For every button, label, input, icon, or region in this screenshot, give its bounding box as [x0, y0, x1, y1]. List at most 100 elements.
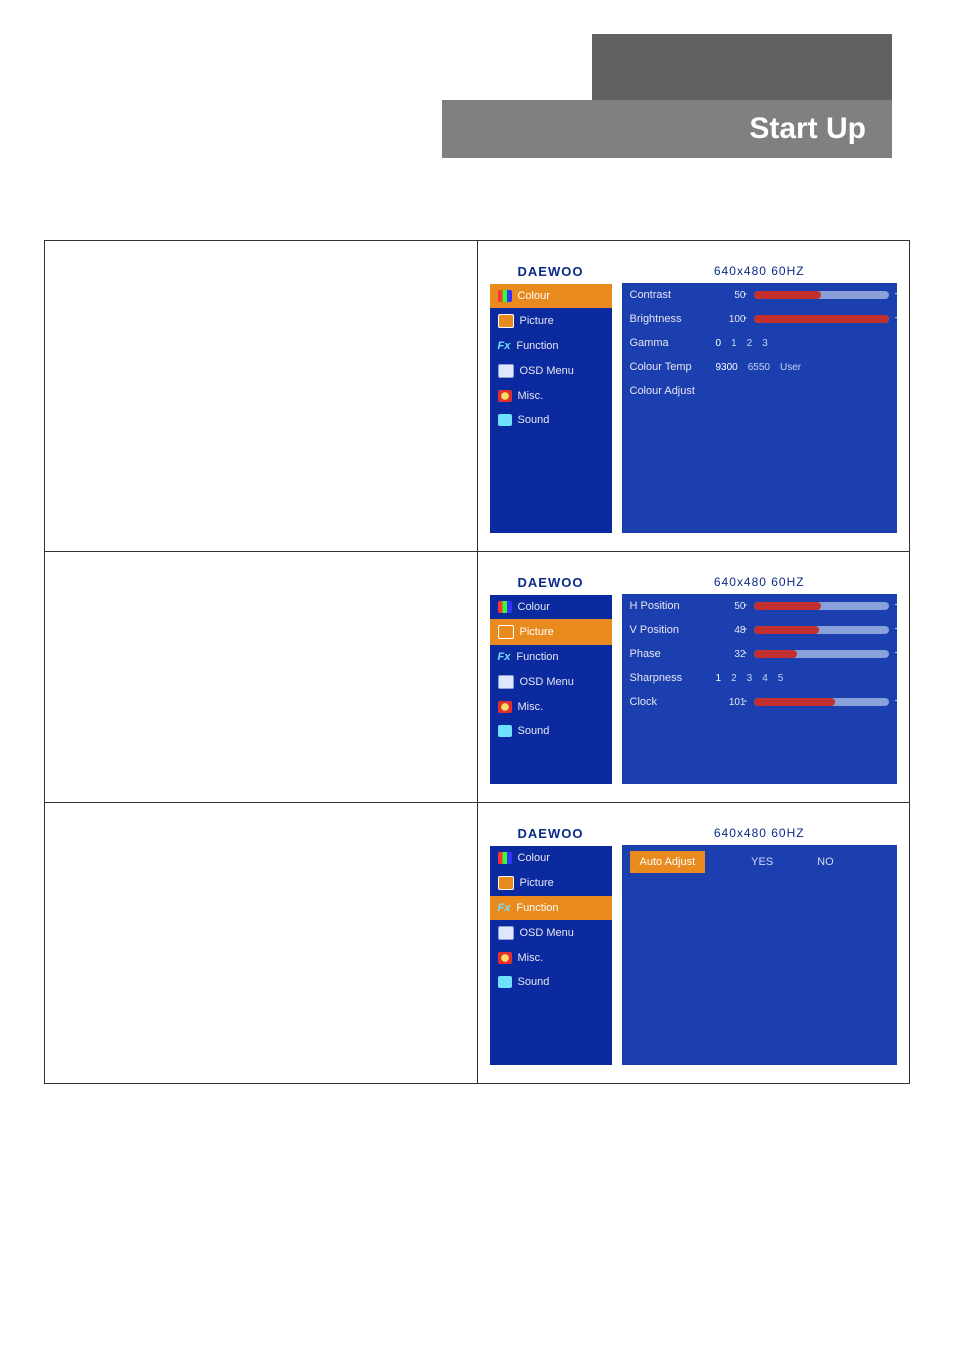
osdmenu-icon	[498, 926, 514, 940]
osd-detail-colour: 640x480 60HZ Contrast 50 -+ Brightness 1…	[622, 259, 898, 533]
right-cell-3: DAEWOO Colour Picture Fx Function OSD Men…	[478, 803, 910, 1083]
right-cell-1: DAEWOO Colour Picture FxFunction OSD Men…	[478, 241, 910, 551]
sidebar-item-sound[interactable]: Sound	[490, 719, 612, 743]
sidebar-item-osdmenu[interactable]: OSD Menu	[490, 669, 612, 695]
sidebar-item-label: OSD Menu	[520, 676, 574, 688]
sharp-opt-1[interactable]: 1	[716, 673, 722, 684]
sidebar-item-label: Sound	[518, 725, 550, 737]
row-gamma[interactable]: Gamma 0 1 2 3	[622, 331, 898, 355]
ct-opt-6550[interactable]: 6550	[748, 362, 770, 373]
osdmenu-icon	[498, 675, 514, 689]
sharp-opt-3[interactable]: 3	[747, 673, 753, 684]
resolution-label: 640x480 60HZ	[622, 821, 898, 845]
sidebar-item-misc[interactable]: Misc.	[490, 946, 612, 970]
colour-icon	[498, 290, 512, 302]
value-phase: 32	[716, 649, 746, 660]
gamma-opt-1[interactable]: 1	[731, 338, 737, 349]
sidebar-item-osdmenu[interactable]: OSD Menu	[490, 920, 612, 946]
value-brightness: 100	[716, 314, 746, 325]
colour-icon	[498, 852, 512, 864]
sidebar-item-label: Colour	[518, 601, 550, 613]
ct-opt-user[interactable]: User	[780, 362, 801, 373]
row-brightness[interactable]: Brightness 100 -+	[622, 307, 898, 331]
sidebar-item-label: Sound	[518, 976, 550, 988]
slider-hpos[interactable]: -+	[754, 602, 890, 610]
sidebar-item-misc[interactable]: Misc.	[490, 695, 612, 719]
ct-opt-9300[interactable]: 9300	[716, 362, 738, 373]
sharpness-options[interactable]: 1 2 3 4 5	[716, 673, 890, 684]
right-cell-2: DAEWOO Colour Picture FxFunction OSD Men…	[478, 552, 910, 802]
sidebar-item-label: Misc.	[518, 701, 544, 713]
gamma-opt-0[interactable]: 0	[716, 338, 722, 349]
sidebar-item-label: Colour	[518, 290, 550, 302]
slider-contrast[interactable]: -+	[754, 291, 890, 299]
sidebar-item-sound[interactable]: Sound	[490, 970, 612, 994]
label-contrast: Contrast	[630, 289, 708, 301]
sidebar-item-label: OSD Menu	[520, 365, 574, 377]
value-clock: 101	[716, 697, 746, 708]
osd-sidebar: DAEWOO Colour Picture Fx Function OSD Men…	[490, 821, 612, 1065]
table-row: DAEWOO Colour Picture FxFunction OSD Men…	[45, 551, 909, 802]
row-hpos[interactable]: H Position 50 -+	[622, 594, 898, 618]
left-cell-2	[45, 552, 478, 802]
sidebar-item-colour[interactable]: Colour	[490, 284, 612, 308]
row-vpos[interactable]: V Position 48 -+	[622, 618, 898, 642]
function-icon: Fx	[498, 902, 511, 914]
slider-clock[interactable]: -+	[754, 698, 890, 706]
misc-icon	[498, 952, 512, 964]
misc-icon	[498, 390, 512, 402]
label-sharpness: Sharpness	[630, 672, 708, 684]
sidebar-item-colour[interactable]: Colour	[490, 595, 612, 619]
row-phase[interactable]: Phase 32 -+	[622, 642, 898, 666]
sidebar-item-label: OSD Menu	[520, 927, 574, 939]
sidebar-item-label: Function	[516, 902, 558, 914]
row-clock[interactable]: Clock 101 -+	[622, 690, 898, 714]
slider-brightness[interactable]: -+	[754, 315, 890, 323]
sound-icon	[498, 976, 512, 988]
row-autoadjust[interactable]: Auto Adjust YES NO	[622, 845, 898, 879]
sidebar-item-label: Function	[516, 340, 558, 352]
sidebar-item-label: Colour	[518, 852, 550, 864]
sidebar-item-osdmenu[interactable]: OSD Menu	[490, 358, 612, 384]
sidebar-item-picture[interactable]: Picture	[490, 308, 612, 334]
slider-vpos[interactable]: -+	[754, 626, 890, 634]
osd-sidebar: DAEWOO Colour Picture FxFunction OSD Men…	[490, 259, 612, 533]
gamma-options[interactable]: 0 1 2 3	[716, 338, 890, 349]
sidebar-item-picture[interactable]: Picture	[490, 870, 612, 896]
brand-label: DAEWOO	[490, 821, 612, 846]
sidebar-item-label: Misc.	[518, 952, 544, 964]
picture-icon	[498, 625, 514, 639]
function-icon: Fx	[498, 340, 511, 352]
sidebar-item-picture[interactable]: Picture	[490, 619, 612, 645]
row-sharpness[interactable]: Sharpness 1 2 3 4 5	[622, 666, 898, 690]
gamma-opt-3[interactable]: 3	[762, 338, 768, 349]
label-autoadjust[interactable]: Auto Adjust	[630, 851, 706, 873]
colour-icon	[498, 601, 512, 613]
sharp-opt-4[interactable]: 4	[762, 673, 768, 684]
sidebar-item-sound[interactable]: Sound	[490, 408, 612, 432]
sidebar-item-colour[interactable]: Colour	[490, 846, 612, 870]
sidebar-item-function[interactable]: FxFunction	[490, 645, 612, 669]
row-colourtemp[interactable]: Colour Temp 9300 6550 User	[622, 355, 898, 379]
gamma-opt-2[interactable]: 2	[747, 338, 753, 349]
sharp-opt-2[interactable]: 2	[731, 673, 737, 684]
sidebar-item-label: Function	[516, 651, 558, 663]
autoadjust-yes[interactable]: YES	[751, 856, 773, 868]
label-vpos: V Position	[630, 624, 708, 636]
sidebar-item-function[interactable]: Fx Function	[490, 896, 612, 920]
row-colouradjust[interactable]: Colour Adjust	[622, 379, 898, 403]
row-contrast[interactable]: Contrast 50 -+	[622, 283, 898, 307]
sidebar-item-misc[interactable]: Misc.	[490, 384, 612, 408]
label-phase: Phase	[630, 648, 708, 660]
table-row: DAEWOO Colour Picture FxFunction OSD Men…	[45, 241, 909, 551]
sidebar-item-function[interactable]: Fx Function	[490, 334, 612, 358]
autoadjust-no[interactable]: NO	[817, 856, 834, 868]
sharp-opt-5[interactable]: 5	[778, 673, 784, 684]
sidebar-item-label: Picture	[520, 626, 554, 638]
table-row: DAEWOO Colour Picture Fx Function OSD Men…	[45, 802, 909, 1083]
slider-phase[interactable]: -+	[754, 650, 890, 658]
misc-icon	[498, 701, 512, 713]
colourtemp-options[interactable]: 9300 6550 User	[716, 362, 890, 373]
osd-screenshot-picture: DAEWOO Colour Picture FxFunction OSD Men…	[478, 552, 910, 802]
autoadjust-options[interactable]: YES NO	[719, 856, 834, 868]
